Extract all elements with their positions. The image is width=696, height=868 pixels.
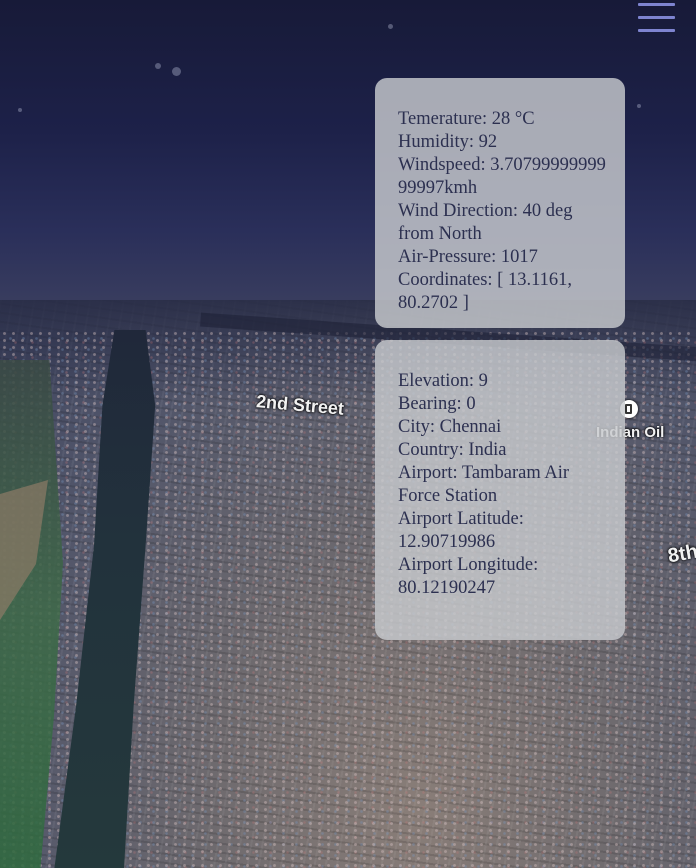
wind-direction-text: Wind Direction: 40 deg from North — [398, 201, 573, 244]
temperature-text: Temerature: 28 °C — [398, 109, 535, 129]
air-pressure-text: Air-Pressure: 1017 — [398, 247, 538, 267]
location-info-panel: Elevation: 9 Bearing: 0 City: Chennai Co… — [375, 340, 625, 640]
airport-longitude-text: Airport Longitude: 80.12190247 — [398, 555, 539, 598]
sky-particle — [637, 104, 641, 108]
windspeed-text: Windspeed: 3.7079999999999997kmh — [398, 155, 606, 198]
humidity-text: Humidity: 92 — [398, 132, 498, 152]
hamburger-line — [638, 29, 675, 32]
sky-particle — [172, 67, 181, 76]
airport-latitude-text: Airport Latitude: 12.90719986 — [398, 509, 524, 552]
country-text: Country: India — [398, 440, 507, 460]
sky-particle — [388, 24, 393, 29]
city-text: City: Chennai — [398, 417, 502, 437]
elevation-text: Elevation: 9 — [398, 371, 488, 391]
map-view[interactable]: 2nd Street 8th Indian Oil Temerature: 28… — [0, 0, 696, 868]
hamburger-line — [638, 16, 675, 19]
bearing-text: Bearing: 0 — [398, 394, 476, 414]
airport-text: Airport: Tambaram Air Force Station — [398, 463, 569, 506]
hamburger-menu-icon[interactable] — [638, 2, 676, 32]
sky-particle — [18, 108, 22, 112]
coordinates-text: Coordinates: [ 13.1161, 80.2702 ] — [398, 270, 573, 313]
weather-info-panel: Temerature: 28 °C Humidity: 92 Windspeed… — [375, 78, 625, 328]
sky-particle — [155, 63, 161, 69]
street-label-8th[interactable]: 8th — [666, 541, 696, 569]
hamburger-line — [638, 3, 675, 6]
